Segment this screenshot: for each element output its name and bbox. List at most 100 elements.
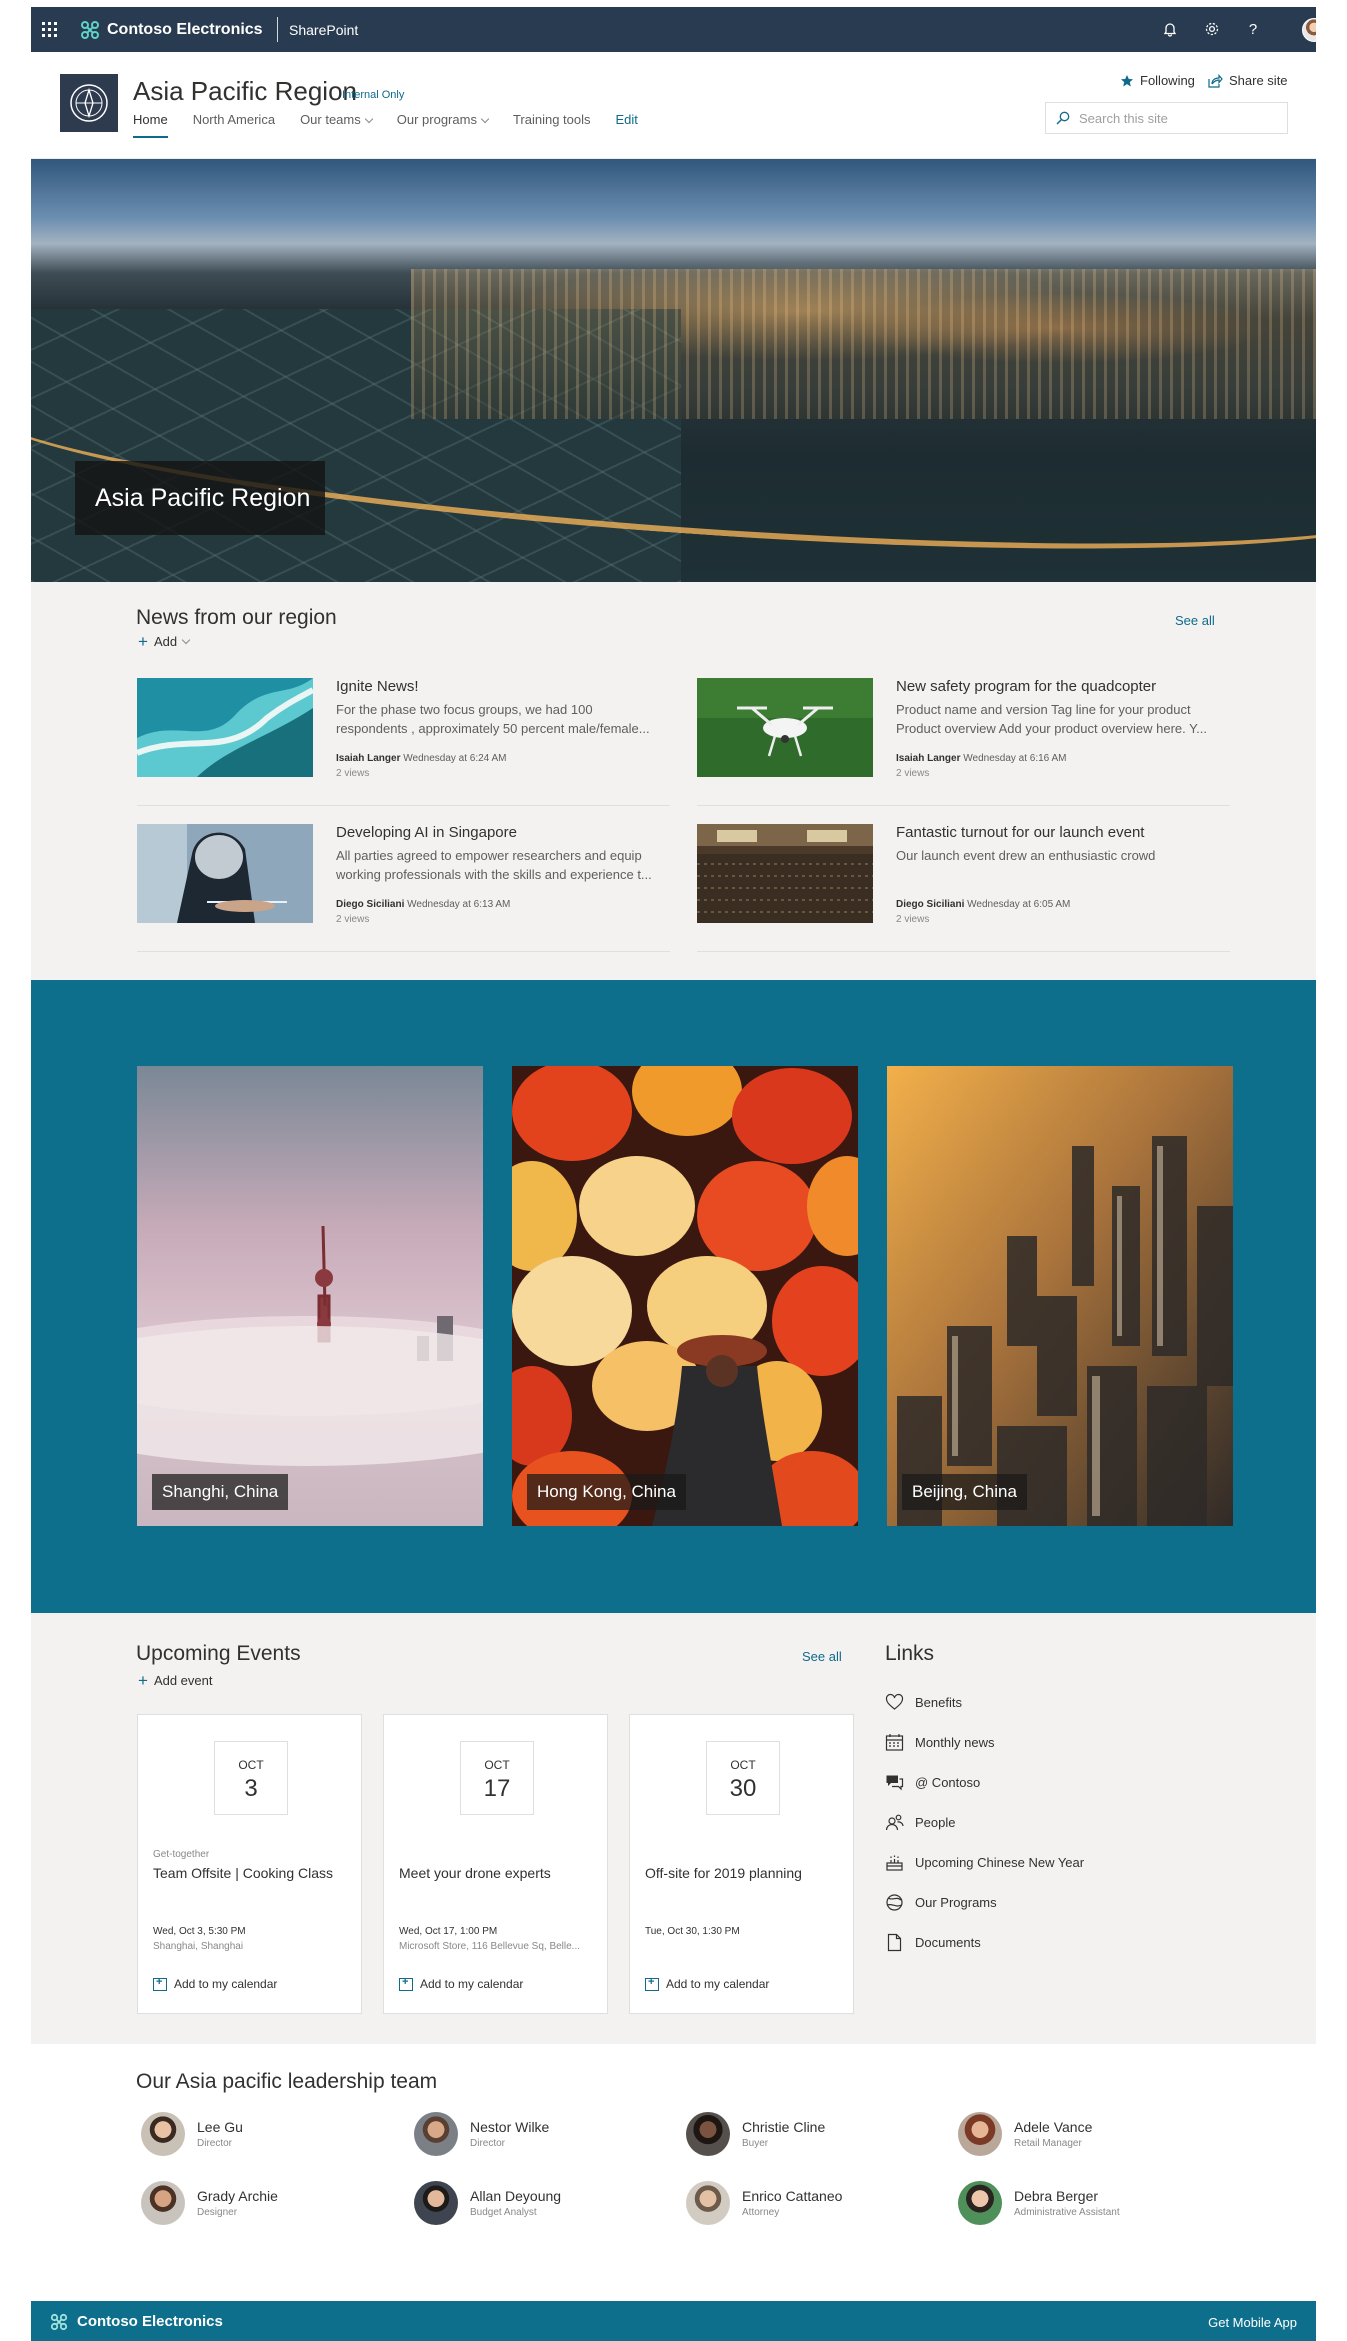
city-label[interactable]: Hong Kong, China (527, 1474, 686, 1510)
person-card[interactable]: Debra Berger Administrative Assistant (958, 2181, 1120, 2225)
nav-item-home[interactable]: Home (133, 112, 168, 138)
news-item-title[interactable]: New safety program for the quadcopter (896, 678, 1156, 695)
events-see-all-link[interactable]: See all (802, 1649, 842, 1664)
site-logo[interactable] (60, 74, 118, 132)
news-see-all-link[interactable]: See all (1175, 613, 1215, 628)
nav-item-north-america[interactable]: North America (193, 112, 275, 138)
sharepoint-page: Contoso Electronics SharePoint ? Asia Pa… (31, 0, 1316, 2341)
leadership-section-title: Our Asia pacific leadership team (136, 2070, 438, 2093)
shanghai-image (137, 1066, 483, 1526)
news-item[interactable]: Developing AI in Singapore All parties a… (137, 824, 670, 952)
person-card[interactable]: Adele Vance Retail Manager (958, 2112, 1092, 2156)
event-title[interactable]: Meet your drone experts (399, 1865, 599, 1881)
link-chinese-new-year[interactable]: Upcoming Chinese New Year (885, 1853, 1084, 1872)
person-name[interactable]: Enrico Cattaneo (742, 2188, 842, 2204)
news-item[interactable]: Ignite News! For the phase two focus gro… (137, 678, 670, 806)
nav-item-our-teams[interactable]: Our teams (300, 112, 373, 138)
event-title[interactable]: Off-site for 2019 planning (645, 1865, 845, 1881)
gear-icon[interactable] (1202, 19, 1222, 39)
nav-item-our-programs[interactable]: Our programs (397, 112, 490, 138)
news-section-title: News from our region (136, 606, 337, 629)
get-mobile-app-link[interactable]: Get Mobile App (1208, 2315, 1297, 2330)
avatar (958, 2112, 1002, 2156)
following-button[interactable]: Following (1120, 73, 1195, 88)
user-avatar[interactable] (1302, 18, 1316, 42)
avatar (141, 2181, 185, 2225)
event-card[interactable]: OCT 30 Off-site for 2019 planning Tue, O… (629, 1714, 854, 2014)
person-name[interactable]: Adele Vance (1014, 2119, 1092, 2135)
news-item-author[interactable]: Diego Siciliani (896, 899, 964, 910)
event-day: 3 (244, 1775, 258, 1802)
news-item-author[interactable]: Isaiah Langer (896, 753, 960, 764)
person-role: Director (197, 2138, 233, 2149)
plus-icon: + (138, 632, 148, 651)
avatar (414, 2112, 458, 2156)
site-search[interactable] (1045, 102, 1288, 134)
person-name[interactable]: Grady Archie (197, 2188, 278, 2204)
event-month: OCT (238, 1758, 264, 1772)
link-people[interactable]: People (885, 1813, 955, 1832)
nav-edit-link[interactable]: Edit (616, 112, 638, 138)
waffle-icon[interactable] (42, 22, 57, 37)
contoso-logo-icon (50, 2313, 68, 2331)
news-item-author[interactable]: Isaiah Langer (336, 753, 400, 764)
city-tile-shanghai[interactable]: Shanghi, China (137, 1066, 483, 1526)
event-date: OCT 30 (706, 1741, 780, 1815)
person-card[interactable]: Nestor Wilke Director (414, 2112, 549, 2156)
person-card[interactable]: Allan Deyoung Budget Analyst (414, 2181, 561, 2225)
event-category: Get-together (153, 1849, 210, 1860)
add-to-calendar-button[interactable]: Add to my calendar (399, 1976, 523, 1991)
news-item-title[interactable]: Ignite News! (336, 678, 419, 695)
site-classification-label: Internal Only (342, 89, 405, 101)
news-add-button[interactable]: + Add (138, 632, 191, 651)
contoso-logo-icon[interactable] (80, 20, 100, 40)
news-item[interactable]: Fantastic turnout for our launch event O… (697, 824, 1230, 952)
add-event-button[interactable]: + Add event (138, 1672, 212, 1689)
news-item-author[interactable]: Diego Siciliani (336, 899, 404, 910)
news-thumbnail-ai (137, 824, 313, 923)
event-card[interactable]: OCT 3 Get-together Team Offsite | Cookin… (137, 1714, 362, 2014)
event-card[interactable]: OCT 17 Meet your drone experts Wed, Oct … (383, 1714, 608, 2014)
suite-app-name[interactable]: SharePoint (289, 22, 358, 38)
hero-banner[interactable]: Asia Pacific Region (31, 159, 1316, 582)
globe-icon (886, 1894, 903, 1911)
news-item[interactable]: New safety program for the quadcopter Pr… (697, 678, 1230, 806)
link-at-contoso[interactable]: @ Contoso (885, 1773, 980, 1792)
link-documents[interactable]: Documents (885, 1933, 981, 1952)
site-footer: Contoso Electronics Get Mobile App (31, 2301, 1316, 2341)
person-name[interactable]: Lee Gu (197, 2119, 243, 2135)
help-icon[interactable]: ? (1243, 19, 1263, 39)
city-label[interactable]: Shanghi, China (152, 1474, 289, 1510)
news-item-date: Wednesday at 6:05 AM (967, 899, 1071, 910)
person-card[interactable]: Enrico Cattaneo Attorney (686, 2181, 842, 2225)
person-role: Buyer (742, 2138, 769, 2149)
share-site-button[interactable]: Share site (1208, 73, 1288, 88)
link-our-programs[interactable]: Our Programs (885, 1893, 997, 1912)
event-month: OCT (730, 1758, 756, 1772)
hero-caption[interactable]: Asia Pacific Region (75, 461, 325, 535)
add-to-calendar-button[interactable]: Add to my calendar (645, 1976, 769, 1991)
link-monthly-news[interactable]: Monthly news (885, 1733, 994, 1752)
person-name[interactable]: Debra Berger (1014, 2188, 1120, 2204)
city-label[interactable]: Beijing, China (902, 1474, 1027, 1510)
suite-brand[interactable]: Contoso Electronics (107, 21, 263, 39)
city-tile-beijing[interactable]: Beijing, China (887, 1066, 1233, 1526)
news-item-title[interactable]: Developing AI in Singapore (336, 824, 517, 841)
person-card[interactable]: Christie Cline Buyer (686, 2112, 825, 2156)
person-name[interactable]: Allan Deyoung (470, 2188, 561, 2204)
event-title[interactable]: Team Offsite | Cooking Class (153, 1865, 353, 1881)
person-name[interactable]: Christie Cline (742, 2119, 825, 2135)
event-location: Microsoft Store, 116 Bellevue Sq, Belle.… (399, 1941, 581, 1952)
person-name[interactable]: Nestor Wilke (470, 2119, 549, 2135)
search-input[interactable] (1079, 110, 1269, 126)
site-title[interactable]: Asia Pacific Region (133, 76, 357, 107)
city-tile-hong-kong[interactable]: Hong Kong, China (512, 1066, 858, 1526)
person-card[interactable]: Grady Archie Designer (141, 2181, 278, 2225)
add-to-calendar-button[interactable]: Add to my calendar (153, 1976, 277, 1991)
person-card[interactable]: Lee Gu Director (141, 2112, 243, 2156)
nav-item-training-tools[interactable]: Training tools (513, 112, 591, 138)
bell-icon[interactable] (1160, 19, 1180, 39)
chevron-down-icon (364, 114, 373, 124)
link-benefits[interactable]: Benefits (885, 1693, 962, 1712)
news-item-title[interactable]: Fantastic turnout for our launch event (896, 824, 1144, 841)
